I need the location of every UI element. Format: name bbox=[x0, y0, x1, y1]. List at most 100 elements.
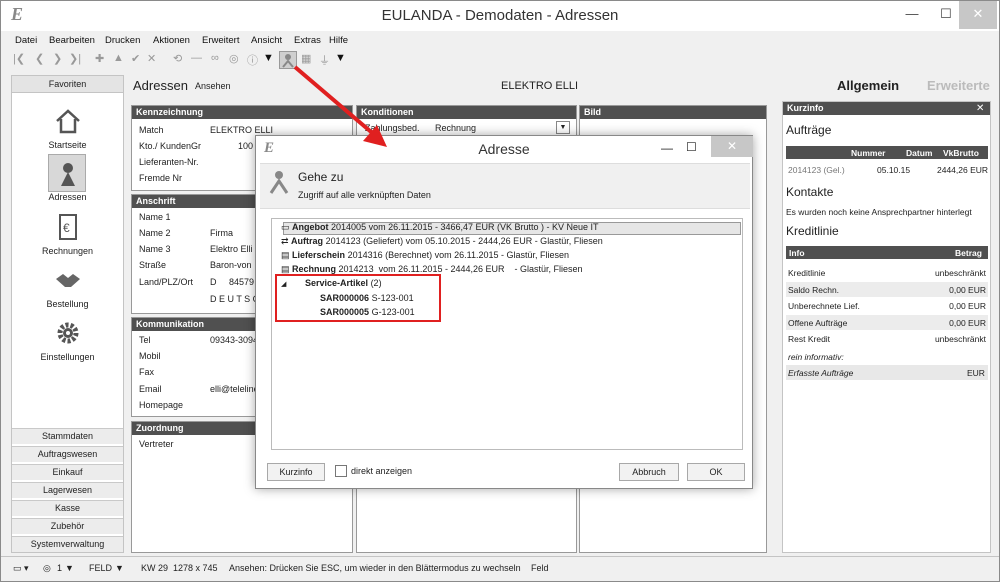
invoice-icon: ▤ bbox=[281, 264, 293, 274]
kontakte-title: Kontakte bbox=[786, 185, 834, 199]
group-einkauf[interactable]: Einkauf bbox=[12, 464, 123, 480]
menu-datei[interactable]: Datei bbox=[15, 35, 37, 46]
target-icon[interactable]: ◎ bbox=[229, 52, 239, 65]
kurzinfo-header: Kurzinfo bbox=[783, 102, 990, 115]
strasse-label: Straße bbox=[139, 260, 167, 270]
col-datum: Datum bbox=[906, 148, 933, 158]
zoom-icon[interactable]: ◎ bbox=[43, 563, 51, 574]
kurzinfo-button[interactable]: Kurzinfo bbox=[267, 463, 325, 481]
chevron-down-icon[interactable]: ▼ bbox=[556, 121, 570, 134]
col-vkbrutto: VkBrutto bbox=[943, 148, 979, 158]
status-mode-dropdown-icon[interactable]: ▼ bbox=[115, 563, 124, 573]
kredit-row-label: Saldo Rechn. bbox=[788, 284, 840, 295]
handshake-icon bbox=[55, 274, 80, 287]
match-field[interactable]: ELEKTRO ELLI bbox=[210, 125, 273, 135]
tab-allgemein[interactable]: Allgemein bbox=[837, 78, 899, 93]
status-mode: FELD bbox=[89, 563, 113, 573]
country-field[interactable]: D E U T S C bbox=[210, 294, 259, 304]
zahlungsbed-select[interactable]: Rechnung bbox=[435, 123, 476, 133]
email-field[interactable]: elli@teleline bbox=[210, 384, 259, 394]
menu-drucken[interactable]: Drucken bbox=[105, 35, 140, 46]
group-lagerwesen[interactable]: Lagerwesen bbox=[12, 482, 123, 498]
first-record-icon[interactable]: |❮ bbox=[13, 52, 25, 65]
red-arrow-icon bbox=[293, 65, 387, 147]
group-auftragswesen[interactable]: Auftragswesen bbox=[12, 446, 123, 462]
group-systemverwaltung[interactable]: Systemverwaltung bbox=[12, 536, 123, 552]
direct-show-checkbox[interactable] bbox=[335, 465, 347, 477]
nav-adressen[interactable]: Adressen bbox=[12, 158, 123, 202]
tree-row-lieferschein[interactable]: ▤ Lieferschein 2014316 (Berechnet) vom 2… bbox=[281, 250, 569, 261]
favorites-header: Favoriten bbox=[12, 76, 123, 93]
next-record-icon[interactable]: ❯ bbox=[53, 52, 62, 65]
name2-field[interactable]: Firma bbox=[210, 228, 233, 238]
kredit-row-label: Unberechnete Lief. bbox=[788, 301, 860, 311]
auftrag-nummer[interactable]: 2014123 (Gel.) bbox=[788, 165, 845, 175]
menu-bar: Datei Bearbeiten Drucken Aktionen Erweit… bbox=[1, 34, 999, 49]
red-highlight-box bbox=[275, 274, 441, 322]
nav-rechnungen[interactable]: € Rechnungen bbox=[12, 212, 123, 256]
last-record-icon[interactable]: ❯| bbox=[69, 52, 81, 65]
dialog-logo-icon: E bbox=[264, 140, 275, 156]
homepage-label: Homepage bbox=[139, 400, 184, 410]
plz-field[interactable]: D 84579 bbox=[210, 277, 254, 287]
tab-erweiterte[interactable]: Erweiterte bbox=[927, 78, 990, 93]
kredit-row-label: Offene Aufträge bbox=[788, 317, 848, 328]
dialog-minimize-button[interactable]: — bbox=[661, 141, 673, 155]
cancel-button[interactable]: Abbruch bbox=[619, 463, 679, 481]
status-num-dropdown-icon[interactable]: ▼ bbox=[65, 563, 74, 573]
col-betrag: Betrag bbox=[955, 248, 982, 258]
dialog-maximize-button[interactable]: ☐ bbox=[686, 140, 697, 154]
col-info: Info bbox=[789, 248, 805, 258]
binoculars-icon[interactable]: ∞ bbox=[211, 52, 219, 64]
group-stammdaten[interactable]: Stammdaten bbox=[12, 428, 123, 444]
maximize-button[interactable]: ☐ bbox=[929, 1, 963, 29]
info-icon[interactable]: ⓘ bbox=[247, 52, 258, 68]
kredit-row-value: unbeschränkt bbox=[934, 334, 986, 344]
menu-erweitert[interactable]: Erweitert bbox=[202, 35, 239, 46]
tree-row-auftrag[interactable]: ⇄ Auftrag 2014123 (Geliefert) vom 05.10.… bbox=[281, 236, 603, 247]
kredit-row-label: Kreditlinie bbox=[788, 268, 826, 278]
dropdown-arrow-icon[interactable]: ▼ bbox=[263, 52, 274, 64]
prev-record-icon[interactable]: ❮ bbox=[35, 52, 44, 65]
menu-extras[interactable]: Extras bbox=[294, 35, 321, 46]
dialog-close-button[interactable]: ✕ bbox=[711, 136, 753, 157]
menu-bearbeiten[interactable]: Bearbeiten bbox=[49, 35, 95, 46]
tree-row-angebot[interactable]: ▭ Angebot 2014005 vom 26.11.2015 - 3466,… bbox=[281, 222, 599, 233]
home-icon bbox=[55, 109, 80, 134]
nav-einstellungen[interactable]: Einstellungen bbox=[12, 318, 123, 362]
strasse-field[interactable]: Baron-von bbox=[210, 260, 252, 270]
direct-show-label: direkt anzeigen bbox=[351, 466, 413, 476]
menu-aktionen[interactable]: Aktionen bbox=[153, 35, 190, 46]
tel-field[interactable]: 09343-3094 bbox=[210, 335, 258, 345]
tel-label: Tel bbox=[139, 335, 151, 345]
group-kasse[interactable]: Kasse bbox=[12, 500, 123, 516]
status-message: Ansehen: Drücken Sie ESC, um wieder in d… bbox=[229, 563, 521, 573]
delete-icon[interactable]: — bbox=[191, 52, 202, 64]
group-zubehoer[interactable]: Zubehör bbox=[12, 518, 123, 534]
refresh-icon[interactable]: ⟲ bbox=[173, 52, 182, 65]
layout-icon[interactable]: ▭ ▾ bbox=[13, 563, 29, 574]
check-icon[interactable]: ✔ bbox=[131, 52, 140, 65]
kurzinfo-panel: Kurzinfo ✕ Aufträge Nummer Datum VkBrutt… bbox=[782, 101, 991, 553]
close-button[interactable]: ✕ bbox=[959, 1, 997, 29]
nav-startseite[interactable]: Startseite bbox=[12, 106, 123, 150]
auftrag-datum: 05.10.15 bbox=[877, 165, 911, 175]
vertreter-label: Vertreter bbox=[139, 439, 174, 449]
minimize-button[interactable]: — bbox=[895, 1, 929, 29]
gear-icon bbox=[57, 322, 78, 344]
ok-button[interactable]: OK bbox=[687, 463, 745, 481]
nav-bestellung[interactable]: Bestellung bbox=[12, 265, 123, 309]
name3-field[interactable]: Elektro Elli bbox=[210, 244, 253, 254]
status-kw: KW 29 bbox=[141, 563, 169, 573]
kto-field[interactable]: 100 bbox=[238, 141, 253, 151]
up-icon[interactable]: ▲ bbox=[113, 52, 124, 64]
window-title: EULANDA - Demodaten - Adressen bbox=[381, 7, 619, 24]
page-title: Adressen bbox=[133, 78, 188, 93]
cancel-icon[interactable]: ✕ bbox=[147, 52, 156, 65]
bild-header: Bild bbox=[580, 106, 766, 119]
status-field: Feld bbox=[531, 563, 549, 573]
menu-ansicht[interactable]: Ansicht bbox=[251, 35, 282, 46]
kurzinfo-close-icon[interactable]: ✕ bbox=[976, 103, 984, 114]
menu-hilfe[interactable]: Hilfe bbox=[329, 35, 348, 46]
add-icon[interactable]: ✚ bbox=[95, 52, 104, 65]
